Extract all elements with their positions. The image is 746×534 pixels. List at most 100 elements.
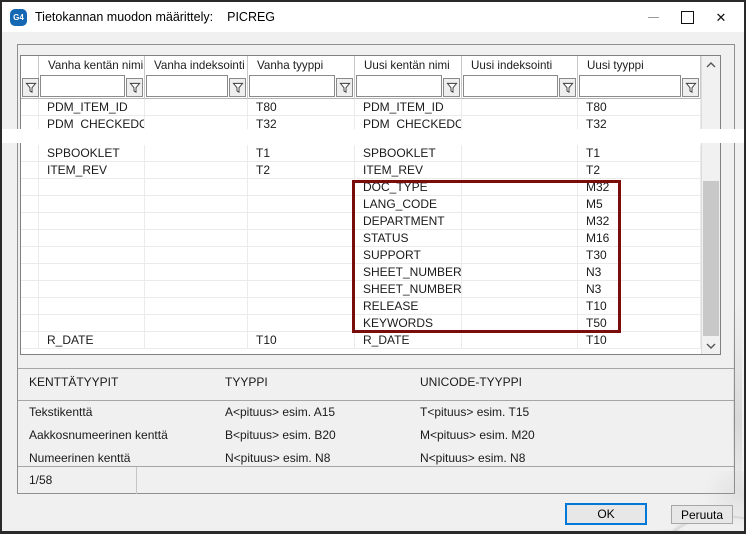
table-cell [21,230,39,246]
maximize-icon [681,11,694,24]
filter-input[interactable] [463,75,558,97]
legend-cell: Tekstikenttä [29,405,92,419]
table-row[interactable]: DEPARTMENT M32 [21,213,701,230]
filter-input[interactable] [249,75,335,97]
filter-icon [685,82,697,94]
minimize-icon [648,17,659,18]
legend-cell: T<pituus> esim. T15 [420,405,529,419]
table-cell [462,162,578,178]
table-cell: SHEET_NUMBER [355,264,462,280]
table-cell [462,281,578,297]
table-cell [145,162,248,178]
table-cell [145,281,248,297]
table-cell [39,179,145,195]
table-cell: T10 [248,332,355,348]
table-row[interactable]: STATUSM16 [21,230,701,247]
column-header[interactable]: Uusi kentän nimi [355,56,462,99]
table-cell [21,247,39,263]
filter-button[interactable] [229,78,246,97]
filter-icon [129,82,141,94]
close-button[interactable]: ✕ [704,2,738,32]
table-cell: M32 [578,179,701,195]
table-cell: T2 [248,162,355,178]
filter-button[interactable] [22,78,39,97]
legend-header: UNICODE-TYYPPI [420,375,522,389]
table-cell: M32 [578,213,701,229]
legend-cell: B<pituus> esim. B20 [225,428,336,442]
table-cell [145,179,248,195]
table-cell [248,264,355,280]
table-row[interactable]: SPBOOKLETT1SPBOOKLETT1 [21,145,701,162]
grid-header: Vanha kentän nimi Vanha indeksointiVanha … [21,56,701,99]
filter-button[interactable] [336,78,353,97]
table-cell [21,162,39,178]
minimize-button[interactable] [636,2,670,32]
legend-cell: N<pituus> esim. N8 [420,451,525,465]
maximize-button[interactable] [670,2,704,32]
close-icon: ✕ [716,11,727,24]
filter-input[interactable] [40,75,125,97]
table-row[interactable]: KEYWORDST50 [21,315,701,332]
column-header[interactable]: Vanha indeksointi [145,56,248,99]
table-cell [39,213,145,229]
scrollbar-thumb[interactable] [703,181,719,336]
column-header[interactable]: Uusi indeksointi [462,56,578,99]
legend-cell: Aakkosnumeerinen kenttä [29,428,168,442]
table-row[interactable]: SHEET_NUMBERN3 [21,264,701,281]
scroll-up-icon[interactable] [702,56,720,73]
table-cell [248,315,355,331]
table-cell [462,213,578,229]
table-row[interactable]: PDM_ITEM_IDT80PDM_ITEM_IDT80 [21,99,701,116]
table-row[interactable]: SUPPORT T30 [21,247,701,264]
table-cell: SHEET_NUMBERS [355,281,462,297]
titlebar: G4 Tietokannan muodon määrittely: PICREG… [2,2,744,32]
table-cell [39,298,145,314]
table-cell [21,264,39,280]
table-cell [462,230,578,246]
filter-button[interactable] [443,78,460,97]
filter-icon [562,82,574,94]
column-header[interactable]: Uusi tyyppi [578,56,701,99]
table-row[interactable]: ITEM_REVT2ITEM_REVT2 [21,162,701,179]
filter-input[interactable] [356,75,442,97]
vertical-scrollbar[interactable] [701,56,720,354]
ok-button[interactable]: OK [565,503,647,525]
table-cell: T1 [578,145,701,161]
table-row[interactable]: R_DATET10R_DATET10 [21,332,701,349]
column-header[interactable] [21,56,39,99]
table-cell [39,315,145,331]
column-header[interactable]: Vanha kentän nimi [39,56,145,99]
table-cell [145,247,248,263]
column-header[interactable]: Vanha tyyppi [248,56,355,99]
legend-cell: A<pituus> esim. A15 [225,405,335,419]
filter-button[interactable] [682,78,699,97]
filter-input[interactable] [579,75,681,97]
filter-button[interactable] [559,78,576,97]
table-cell: DEPARTMENT [355,213,462,229]
table-cell [39,247,145,263]
table-row[interactable]: DOC_TYPE M32 [21,179,701,196]
table-row[interactable]: LANG_CODEM5 [21,196,701,213]
column-header-label: Uusi tyyppi [587,59,644,72]
table-cell [248,247,355,263]
table-cell: R_DATE [39,332,145,348]
legend-header-divider [18,400,734,401]
filter-input[interactable] [146,75,228,97]
table-cell: T2 [578,162,701,178]
table-cell [248,213,355,229]
table-cell [248,298,355,314]
table-row[interactable]: RELEASET10 [21,298,701,315]
table-cell [145,315,248,331]
table-cell [462,179,578,195]
table-cell: T30 [578,247,701,263]
table-row[interactable]: SHEET_NUMBERSN3 [21,281,701,298]
table-cell: DOC_TYPE [355,179,462,195]
table-cell [21,315,39,331]
scroll-down-icon[interactable] [702,337,720,354]
cancel-button[interactable]: Peruuta [671,505,733,524]
filter-button[interactable] [126,78,143,97]
table-cell [248,196,355,212]
table-cell: SUPPORT [355,247,462,263]
column-header-label: Vanha indeksointi [154,59,245,72]
screenshot-tear-band [0,129,746,143]
